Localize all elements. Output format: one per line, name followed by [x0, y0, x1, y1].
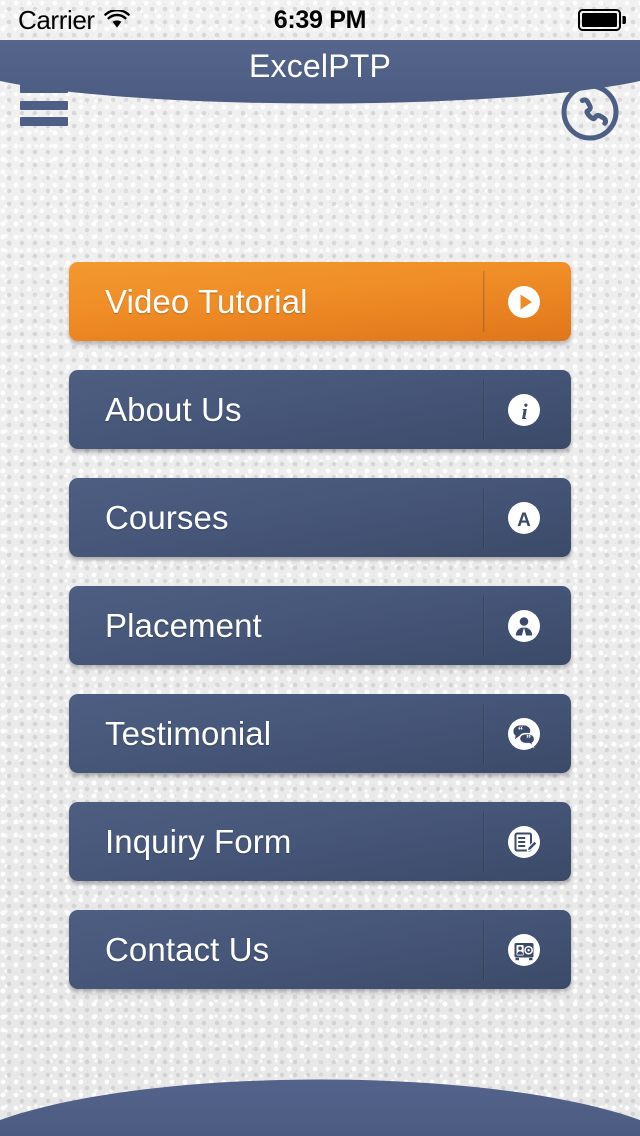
menu-item-testimonial[interactable]: Testimonial “ ”: [69, 694, 571, 773]
menu-item-label: Video Tutorial: [105, 282, 308, 320]
clock-label: 6:39 PM: [273, 5, 367, 34]
menu-item-about-us[interactable]: About Us i: [69, 370, 571, 449]
hamburger-menu-icon[interactable]: [20, 84, 68, 126]
menu-item-inquiry-form[interactable]: Inquiry Form: [69, 802, 571, 881]
menu-item-placement[interactable]: Placement: [69, 586, 571, 665]
app-header: ExcelPTP: [0, 40, 640, 108]
row-divider: [483, 271, 485, 332]
svg-text:“: “: [518, 725, 523, 736]
row-divider: [483, 595, 485, 656]
contact-card-circle-icon: [502, 928, 546, 972]
form-document-circle-icon: [502, 820, 546, 864]
page-title: ExcelPTP: [248, 48, 392, 84]
menu-item-courses[interactable]: Courses A: [69, 478, 571, 557]
letter-a-circle-icon: A: [502, 496, 546, 540]
menu-item-label: Placement: [105, 606, 262, 644]
menu-item-label: Testimonial: [105, 714, 272, 752]
phone-call-icon[interactable]: [560, 82, 620, 142]
bottom-curved-bar: [0, 1056, 640, 1136]
row-divider: [483, 811, 485, 872]
status-bar: Carrier 6:39 PM: [0, 0, 640, 40]
battery-full-icon: [578, 9, 626, 31]
info-circle-icon: i: [502, 388, 546, 432]
svg-text:A: A: [517, 510, 531, 531]
menu-item-video-tutorial[interactable]: Video Tutorial: [69, 262, 571, 341]
user-person-circle-icon: [502, 604, 546, 648]
hamburger-bar: [20, 117, 68, 126]
hamburger-bar: [20, 84, 68, 93]
status-bar-right: [578, 0, 626, 40]
menu-item-label: About Us: [105, 390, 242, 428]
status-bar-center: 6:39 PM: [0, 0, 640, 40]
row-divider: [483, 487, 485, 548]
row-divider: [483, 919, 485, 980]
menu-item-label: Inquiry Form: [105, 822, 292, 860]
menu-item-contact-us[interactable]: Contact Us: [69, 910, 571, 989]
svg-text:”: ”: [526, 734, 531, 745]
menu-item-label: Courses: [105, 498, 229, 536]
svg-text:i: i: [521, 399, 528, 424]
row-divider: [483, 703, 485, 764]
hamburger-bar: [20, 100, 68, 110]
play-circle-icon: [502, 280, 546, 324]
row-divider: [483, 379, 485, 440]
main-menu-list: Video Tutorial About Us i Courses A Plac…: [69, 262, 571, 1018]
menu-item-label: Contact Us: [105, 930, 270, 968]
app-screen: Carrier 6:39 PM ExcelPTP Video Tutorial …: [0, 0, 640, 1136]
speech-bubbles-circle-icon: “ ”: [502, 712, 546, 756]
